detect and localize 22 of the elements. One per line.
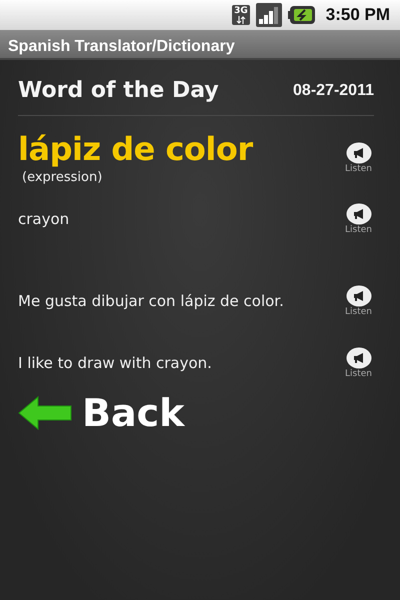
listen-button[interactable]: Listen	[345, 347, 372, 379]
section-title: Word of the Day	[18, 78, 219, 103]
megaphone-icon	[346, 285, 372, 307]
entry-text: crayon	[18, 210, 70, 228]
megaphone-icon	[346, 203, 372, 225]
megaphone-icon	[346, 142, 372, 164]
headword: lápiz de color	[18, 130, 253, 168]
entry-text: Me gusta dibujar con lápiz de color.	[18, 292, 284, 310]
clock-time: 3:50 PM	[326, 5, 390, 25]
left-arrow-icon	[18, 396, 72, 430]
word-type: (expression)	[22, 170, 104, 185]
listen-button[interactable]: Listen	[345, 285, 372, 317]
date-label: 08-27-2011	[293, 82, 374, 100]
entry-text: I like to draw with crayon.	[18, 354, 212, 372]
back-button[interactable]: Back	[18, 391, 184, 435]
listen-button[interactable]: Listen	[345, 203, 372, 235]
window-title: Spanish Translator/Dictionary	[8, 38, 235, 55]
signal-icon	[256, 3, 282, 27]
megaphone-icon	[346, 347, 372, 369]
listen-button[interactable]: Listen	[345, 142, 372, 174]
battery-icon	[288, 5, 316, 25]
network-icon: 3G	[232, 5, 250, 25]
